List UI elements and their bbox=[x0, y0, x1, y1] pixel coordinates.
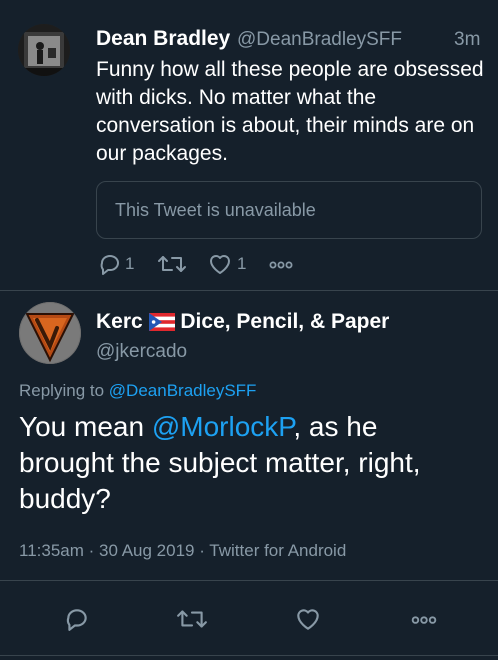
divider bbox=[0, 580, 498, 581]
like-count: 1 bbox=[237, 254, 247, 273]
tweet-text: You mean @MorlockP, as he brought the su… bbox=[19, 409, 479, 517]
more-options-button[interactable] bbox=[266, 252, 296, 276]
reply-button[interactable] bbox=[64, 606, 90, 632]
retweet-button[interactable] bbox=[157, 252, 191, 276]
replying-to-handle[interactable]: @DeanBradleySFF bbox=[109, 381, 257, 400]
more-icon bbox=[411, 616, 437, 624]
author-handle[interactable]: @jkercado bbox=[96, 341, 187, 363]
tweet-timestamp[interactable]: 3m bbox=[454, 29, 480, 51]
like-button[interactable]: 1 bbox=[207, 252, 246, 276]
tweet-parent[interactable]: Dean Bradley @DeanBradleySFF 3m Funny ho… bbox=[0, 0, 498, 291]
avatar[interactable] bbox=[18, 24, 70, 76]
tweet-metadata[interactable]: 11:35am · 30 Aug 2019 · Twitter for Andr… bbox=[19, 541, 346, 561]
author-name-first: Kerc bbox=[96, 310, 143, 333]
reply-icon bbox=[100, 255, 119, 275]
tweet-text-prefix: You mean bbox=[19, 411, 152, 442]
like-button[interactable] bbox=[294, 606, 322, 632]
reply-count: 1 bbox=[125, 254, 135, 273]
retweet-icon bbox=[158, 256, 186, 272]
author-name[interactable]: Dean Bradley bbox=[96, 27, 230, 51]
mention-link[interactable]: @MorlockP bbox=[152, 411, 294, 442]
avatar-image bbox=[19, 302, 81, 364]
author-name[interactable]: Kerc Dice, Pencil, & Paper bbox=[96, 310, 389, 334]
heart-icon bbox=[210, 255, 230, 274]
author-name-rest: Dice, Pencil, & Paper bbox=[180, 310, 390, 333]
retweet-button[interactable] bbox=[176, 606, 208, 632]
avatar-image bbox=[18, 24, 70, 76]
replying-to: Replying to @DeanBradleySFF bbox=[19, 381, 256, 401]
reply-button[interactable]: 1 bbox=[97, 252, 134, 276]
reply-icon bbox=[66, 609, 87, 631]
tweet-text: Funny how all these people are obsessed … bbox=[96, 58, 484, 165]
puerto-rico-flag-icon bbox=[148, 313, 175, 332]
more-icon bbox=[269, 261, 293, 269]
replying-to-label: Replying to bbox=[19, 381, 105, 400]
quoted-tweet-text: This Tweet is unavailable bbox=[115, 200, 316, 220]
avatar[interactable] bbox=[19, 302, 81, 364]
heart-icon bbox=[297, 609, 319, 630]
retweet-icon bbox=[177, 610, 207, 628]
author-handle[interactable]: @DeanBradleySFF bbox=[237, 29, 402, 51]
divider bbox=[0, 655, 498, 656]
more-options-button[interactable] bbox=[408, 606, 440, 632]
quoted-tweet[interactable]: This Tweet is unavailable bbox=[96, 181, 482, 239]
